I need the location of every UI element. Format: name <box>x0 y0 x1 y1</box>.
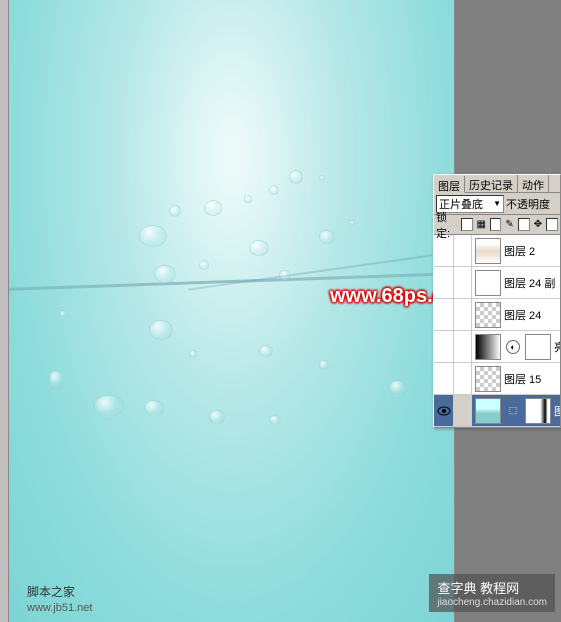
layer-row[interactable]: 图层 15 <box>434 363 560 395</box>
layer-thumbnail[interactable] <box>475 398 501 424</box>
mask-link-icon[interactable]: ⬚ <box>506 404 520 418</box>
watermark-bottom-right: 查字典 教程网 jiaocheng.chazidian.com <box>429 574 555 612</box>
layer-thumbnail[interactable] <box>475 334 501 360</box>
tab-history[interactable]: 历史记录 <box>465 175 518 192</box>
layer-row[interactable]: 图层 24 副 <box>434 267 560 299</box>
layers-panel: 图层 历史记录 动作 正片叠底 ▼ 不透明度 锁定: ▦ ✎ ✥ 图层 2 <box>433 174 561 428</box>
visibility-toggle[interactable] <box>434 395 454 426</box>
layer-list: 图层 2 图层 24 副 图层 24 ◐ 亮... 图层 15 <box>434 235 560 427</box>
watermark-br-url: jiaocheng.chazidian.com <box>437 597 547 608</box>
link-toggle[interactable] <box>454 267 472 298</box>
watermark-bottom-left: 脚本之家 www.jb51.net <box>27 583 92 614</box>
chevron-down-icon: ▼ <box>493 199 501 208</box>
watermark-title: 脚本之家 <box>27 585 75 599</box>
layer-name[interactable]: 图层 24 <box>504 307 560 323</box>
layer-name[interactable]: 图层 15 <box>504 371 560 387</box>
panel-tabs: 图层 历史记录 动作 <box>434 175 560 193</box>
eye-icon <box>437 406 451 416</box>
visibility-toggle[interactable] <box>434 331 454 362</box>
brush-icon: ✎ <box>504 219 515 230</box>
adjustment-icon: ◐ <box>506 340 520 354</box>
layer-thumbnail[interactable] <box>475 366 501 392</box>
link-toggle[interactable] <box>454 331 472 362</box>
tab-actions[interactable]: 动作 <box>518 175 549 192</box>
watermark-br-title: 查字典 教程网 <box>437 581 519 596</box>
watermark-url: www.jb51.net <box>27 602 92 614</box>
transparency-icon: ▦ <box>476 219 487 230</box>
layer-row[interactable]: ⬚ 图层... <box>434 395 560 427</box>
layer-mask-thumbnail[interactable] <box>525 334 551 360</box>
visibility-toggle[interactable] <box>434 235 454 266</box>
lock-row: 锁定: ▦ ✎ ✥ <box>434 215 560 235</box>
lock-all-checkbox[interactable] <box>546 218 558 231</box>
layer-thumbnail[interactable] <box>475 238 501 264</box>
visibility-toggle[interactable] <box>434 363 454 394</box>
layer-name[interactable]: 图层 24 副 <box>504 275 560 291</box>
layer-mask-thumbnail[interactable] <box>525 398 551 424</box>
layer-name[interactable]: 图层 2 <box>504 243 560 259</box>
canvas[interactable]: 脚本之家 www.jb51.net <box>8 0 455 622</box>
link-toggle[interactable] <box>454 299 472 330</box>
visibility-toggle[interactable] <box>434 267 454 298</box>
lock-position-checkbox[interactable] <box>518 218 530 231</box>
layer-name[interactable]: 图层... <box>554 403 560 419</box>
layer-name[interactable]: 亮... <box>554 339 560 355</box>
link-toggle[interactable] <box>454 395 472 426</box>
layer-thumbnail[interactable] <box>475 302 501 328</box>
layer-row[interactable]: 图层 2 <box>434 235 560 267</box>
layer-thumbnail[interactable] <box>475 270 501 296</box>
lock-transparency-checkbox[interactable] <box>461 218 473 231</box>
layer-row[interactable]: ◐ 亮... <box>434 331 560 363</box>
opacity-label: 不透明度 <box>506 196 550 212</box>
link-toggle[interactable] <box>454 363 472 394</box>
tab-layers[interactable]: 图层 <box>434 176 465 193</box>
move-icon: ✥ <box>533 219 544 230</box>
layer-row[interactable]: 图层 24 <box>434 299 560 331</box>
lock-pixels-checkbox[interactable] <box>490 218 502 231</box>
visibility-toggle[interactable] <box>434 299 454 330</box>
link-toggle[interactable] <box>454 235 472 266</box>
